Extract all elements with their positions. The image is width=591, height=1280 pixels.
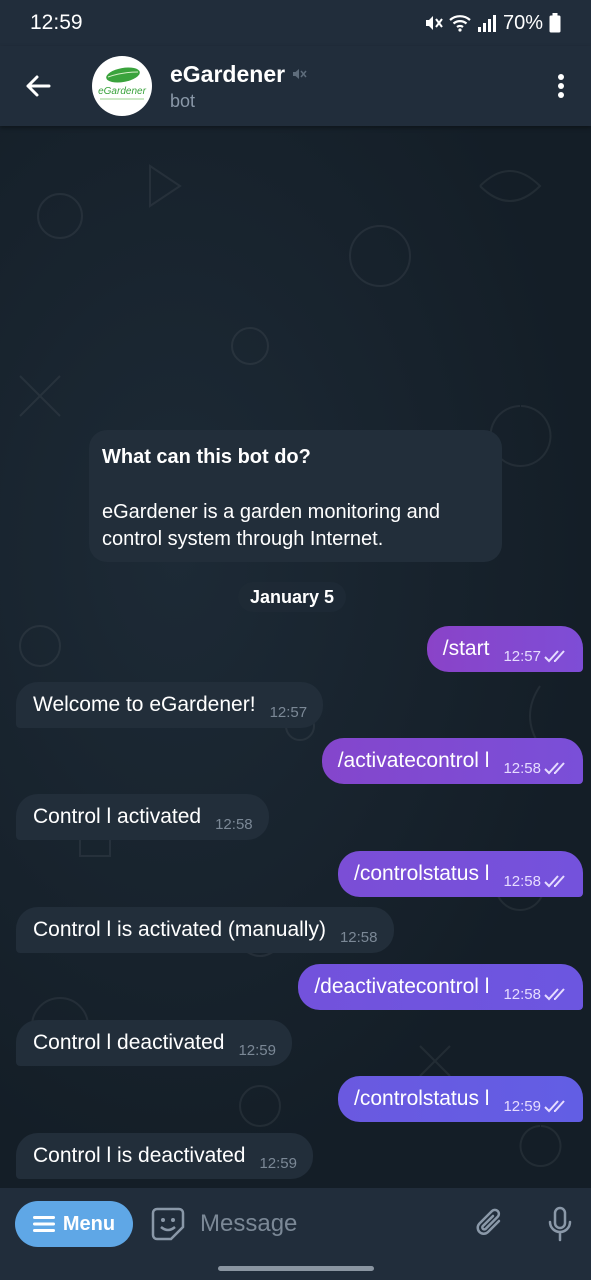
menu-label: Menu (62, 1212, 116, 1235)
status-time: 12:59 (30, 11, 83, 34)
date-separator: January 5 (238, 582, 347, 612)
message-outgoing[interactable]: /controlstatus l 12:59 (338, 1076, 583, 1122)
battery-icon (549, 13, 561, 33)
attach-button[interactable] (470, 1201, 510, 1247)
mute-icon (425, 16, 443, 30)
avatar-logo-text: eGardener (98, 86, 146, 97)
message-time: 12:58 (503, 985, 541, 1003)
message-time: 12:57 (503, 647, 541, 665)
read-ticks-icon (544, 1099, 570, 1113)
message-outgoing[interactable]: /start 12:57 (426, 626, 583, 672)
message-time: 12:59 (259, 1154, 297, 1172)
status-icons: 70% (423, 12, 561, 35)
message-text: Control l deactivated (33, 1031, 225, 1054)
message-text: /start (442, 637, 490, 660)
message-time: 12:59 (238, 1041, 276, 1059)
microphone-icon (548, 1206, 572, 1242)
message-text: /deactivatecontrol l (314, 975, 490, 998)
sticker-smile-icon (151, 1207, 185, 1241)
chat-area[interactable]: What can this bot do? eGardener is a gar… (0, 126, 591, 1188)
message-incoming[interactable]: Control l deactivated 12:59 (16, 1020, 292, 1066)
message-outgoing[interactable]: /activatecontrol l 12:58 (321, 738, 583, 784)
read-ticks-icon (544, 987, 570, 1001)
message-text: /activatecontrol l (337, 749, 490, 772)
message-time: 12:58 (339, 928, 378, 946)
voice-record-button[interactable] (540, 1201, 580, 1247)
message-time: 12:57 (269, 703, 308, 721)
wifi-icon (449, 15, 471, 32)
more-options-button[interactable] (531, 46, 591, 126)
message-incoming[interactable]: Welcome to eGardener! 12:57 (16, 682, 324, 728)
leaf-logo-icon: eGardener (98, 67, 147, 100)
read-ticks-icon (544, 649, 570, 663)
message-outgoing[interactable]: /controlstatus l 12:58 (338, 851, 583, 897)
message-input[interactable] (200, 1201, 450, 1247)
bot-info-title: What can this bot do? (102, 446, 311, 468)
battery-percent: 70% (502, 11, 543, 34)
message-outgoing[interactable]: /deactivatecontrol l 12:58 (298, 964, 583, 1010)
signal-icon (477, 15, 496, 32)
message-incoming[interactable]: Control l is activated (manually) 12:58 (16, 907, 394, 953)
status-bar: 12:59 70% (0, 0, 591, 46)
chat-header: eGardener eGardener bot (0, 46, 591, 126)
message-time: 12:58 (503, 872, 541, 890)
message-text: /controlstatus l (354, 862, 490, 885)
read-ticks-icon (544, 761, 570, 775)
chat-subtitle: bot (170, 90, 196, 111)
paperclip-icon (476, 1208, 501, 1235)
avatar[interactable]: eGardener (92, 56, 152, 116)
emoji-button[interactable] (150, 1201, 186, 1247)
hamburger-icon (32, 1216, 55, 1232)
home-indicator[interactable] (218, 1266, 374, 1271)
arrow-left-icon (26, 75, 51, 97)
message-text: Control l activated (33, 805, 202, 828)
message-time: 12:58 (503, 759, 541, 777)
bot-info-card: What can this bot do? eGardener is a gar… (89, 430, 502, 562)
bot-info-description: eGardener is a garden monitoring and con… (102, 501, 440, 550)
message-text: Welcome to eGardener! (33, 693, 256, 716)
message-text: Control l is activated (manually) (33, 918, 326, 941)
more-vertical-icon (558, 74, 564, 98)
message-time: 12:58 (215, 815, 253, 833)
message-incoming[interactable]: Control l is deactivated 12:59 (16, 1133, 313, 1179)
message-text: /controlstatus l (354, 1087, 490, 1110)
back-button[interactable] (0, 46, 76, 126)
bot-menu-button[interactable]: Menu (15, 1201, 133, 1247)
chat-title: eGardener (170, 60, 286, 87)
message-time: 12:59 (503, 1097, 541, 1115)
message-text: Control l is deactivated (33, 1144, 246, 1167)
chat-title-block[interactable]: eGardener bot (170, 61, 307, 112)
read-ticks-icon (544, 874, 570, 888)
message-incoming[interactable]: Control l activated 12:58 (16, 794, 269, 840)
muted-icon (293, 69, 307, 79)
